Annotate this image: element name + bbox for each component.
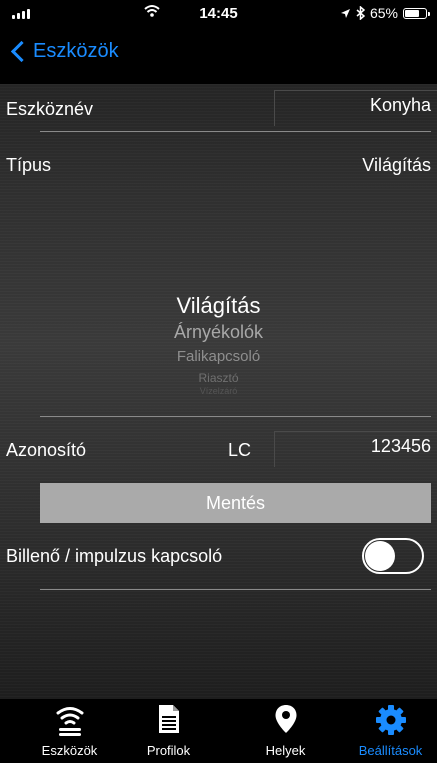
device-name-input[interactable]: Konyha	[274, 90, 437, 126]
save-button[interactable]: Mentés	[40, 483, 431, 523]
app-screen: 14:45 65% Eszközök Eszköznév Konyha Típu…	[0, 0, 437, 763]
back-button-label: Eszközök	[33, 40, 119, 62]
divider	[40, 589, 431, 590]
location-pin-icon	[275, 705, 296, 733]
tab-bar: Eszközök Profilok Helyek Beállítások	[0, 699, 437, 763]
identifier-prefix: LC	[228, 440, 252, 460]
tab-settings[interactable]: Beállítások	[336, 699, 437, 763]
tab-devices[interactable]: Eszközök	[15, 699, 124, 763]
tab-label: Profilok	[146, 743, 191, 758]
navigation-bar: Eszközök	[0, 34, 437, 84]
identifier-label: Azonosító	[6, 440, 87, 460]
location-arrow-icon	[340, 8, 350, 18]
picker-option[interactable]: Falikapcsoló	[0, 348, 437, 365]
identifier-value: 123456	[370, 436, 431, 456]
type-value: Világítás	[362, 155, 431, 175]
status-bar: 14:45 65%	[0, 0, 437, 34]
tab-profiles[interactable]: Profilok	[114, 699, 223, 763]
device-name-label: Eszköznév	[6, 99, 94, 119]
picker-option[interactable]: Vízelzáró	[0, 386, 437, 396]
identifier-input[interactable]: 123456	[274, 431, 437, 467]
divider	[40, 131, 431, 132]
toggle-label: Billenő / impulzus kapcsoló	[6, 546, 223, 566]
device-name-value: Konyha	[369, 95, 431, 115]
picker-option[interactable]: Árnyékolók	[0, 322, 437, 343]
tab-places[interactable]: Helyek	[231, 699, 340, 763]
tab-label: Beállítások	[358, 743, 423, 758]
divider	[40, 416, 431, 417]
tab-label: Helyek	[265, 743, 306, 758]
toggle-knob	[365, 541, 395, 571]
type-label: Típus	[6, 155, 52, 175]
wifi-icon	[56, 707, 83, 736]
document-icon	[158, 705, 179, 733]
battery-icon	[403, 7, 430, 19]
tab-label: Eszközök	[41, 743, 98, 758]
status-right-group: 65%	[340, 5, 430, 21]
chevron-left-icon	[10, 40, 33, 63]
battery-percent: 65%	[369, 5, 398, 21]
impulse-switch-toggle[interactable]	[362, 538, 424, 574]
gear-icon	[375, 705, 406, 735]
picker-option[interactable]: Világítás	[0, 293, 437, 319]
picker-option[interactable]: Riasztó	[0, 371, 437, 385]
bluetooth-icon	[356, 6, 365, 20]
back-button[interactable]: Eszközök	[8, 40, 119, 63]
